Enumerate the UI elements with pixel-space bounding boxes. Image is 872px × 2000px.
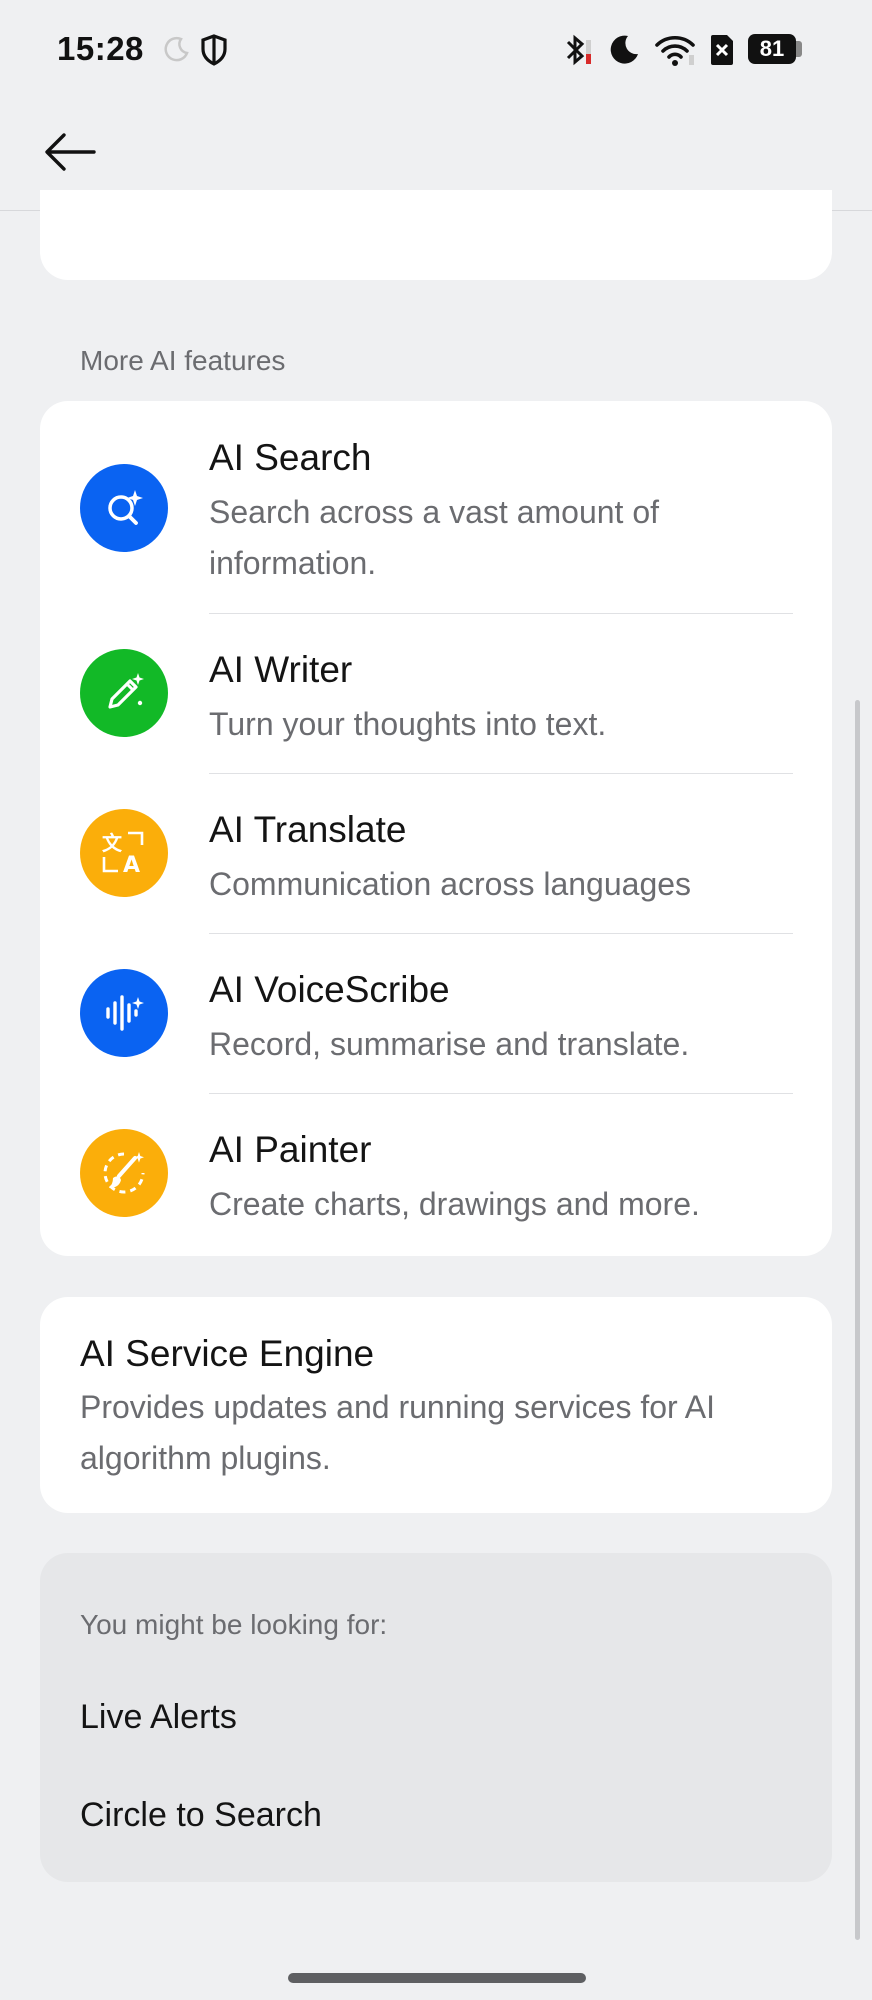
feature-description: Create charts, drawings and more. — [209, 1186, 700, 1222]
arrow-left-icon — [45, 133, 96, 171]
translate-icon: 文A — [80, 809, 168, 897]
feature-title: AI Painter — [209, 1129, 372, 1170]
section-header: More AI features — [80, 345, 286, 376]
feature-ai-painter[interactable]: AI Painter Create charts, drawings and m… — [40, 1093, 832, 1256]
battery-icon: 81 — [748, 34, 796, 64]
engine-title: AI Service Engine — [80, 1333, 375, 1374]
feature-description: Communication across languages — [209, 866, 692, 902]
feature-description: Search across a vast amount of informati… — [209, 494, 659, 581]
previous-settings-card — [40, 190, 832, 280]
do-not-disturb-moon-icon — [606, 30, 642, 70]
bluetooth-icon — [560, 30, 596, 70]
feature-title: AI Translate — [209, 809, 407, 850]
scrollbar[interactable] — [855, 700, 860, 1940]
svg-text:A: A — [123, 853, 140, 878]
home-indicator[interactable] — [288, 1973, 586, 1983]
suggestion-circle-to-search[interactable]: Circle to Search — [80, 1796, 322, 1835]
pencil-sparkle-icon — [80, 649, 168, 737]
shield-icon — [198, 30, 230, 70]
engine-description: Provides updates and running services fo… — [80, 1389, 716, 1476]
sparkle-search-icon — [80, 464, 168, 552]
feature-ai-translate[interactable]: 文A AI Translate Communication across lan… — [40, 773, 832, 933]
feature-description: Turn your thoughts into text. — [209, 706, 607, 742]
feature-title: AI Writer — [209, 649, 353, 690]
ai-features-card: AI Search Search across a vast amount of… — [40, 401, 832, 1256]
paint-brush-icon — [80, 1129, 168, 1217]
status-bar: 15:28 81 — [0, 0, 872, 100]
feature-title: AI Search — [209, 437, 372, 478]
battery-level: 81 — [759, 36, 785, 61]
ai-service-engine-card[interactable]: AI Service Engine Provides updates and r… — [40, 1297, 832, 1513]
feature-ai-writer[interactable]: AI Writer Turn your thoughts into text. — [40, 613, 832, 773]
svg-text:文: 文 — [102, 831, 123, 855]
back-button[interactable] — [38, 120, 102, 184]
suggestions-header: You might be looking for: — [80, 1609, 388, 1640]
feature-title: AI VoiceScribe — [209, 969, 450, 1010]
voice-waveform-icon — [80, 969, 168, 1057]
status-time: 15:28 — [57, 30, 144, 67]
moon-crescent-outline-icon — [160, 30, 192, 70]
suggestion-live-alerts[interactable]: Live Alerts — [80, 1698, 237, 1737]
feature-ai-voicescribe[interactable]: AI VoiceScribe Record, summarise and tra… — [40, 933, 832, 1093]
battery-tip — [796, 41, 802, 57]
suggestions-card: You might be looking for: Live Alerts Ci… — [40, 1553, 832, 1882]
sim-x-icon — [706, 30, 738, 70]
feature-description: Record, summarise and translate. — [209, 1026, 690, 1062]
settings-page: 15:28 81 More AI features AI Search Sear… — [0, 0, 872, 2000]
feature-ai-search[interactable]: AI Search Search across a vast amount of… — [40, 401, 832, 613]
wifi-icon — [652, 30, 698, 70]
